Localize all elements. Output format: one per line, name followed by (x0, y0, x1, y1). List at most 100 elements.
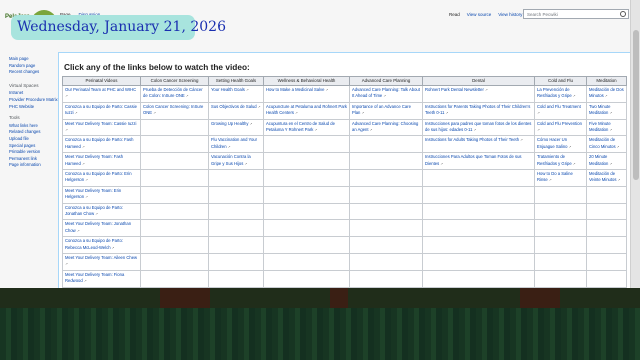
table-cell[interactable]: Two Minute Meditation ↗ (586, 101, 627, 120)
video-link[interactable]: Advanced Care Planning: Choosing an Agen… (352, 121, 418, 132)
table-cell[interactable]: Meet Your Delivery Team: Jonathan Chow ↗ (62, 219, 141, 238)
video-link[interactable]: Instructions for Parents Taking Photos o… (425, 104, 530, 115)
table-cell[interactable]: Cold and Flu Prevention ↗ (534, 118, 587, 137)
table-cell (208, 236, 264, 254)
table-cell[interactable]: Conozca a su Equipo de Parto: Erin Helge… (62, 168, 141, 187)
video-link[interactable]: Flu Vaccination and Your Children (211, 137, 257, 148)
table-cell[interactable]: Flu Vaccination and Your Children ↗ (208, 135, 264, 154)
table-cell[interactable]: 20 Minute Meditation ↗ (586, 152, 627, 170)
table-cell (534, 202, 587, 221)
sidebar-item-provider-procedure-matrix[interactable]: Provider Procedure Matrix (9, 97, 59, 104)
table-cell (586, 252, 627, 271)
table-cell[interactable]: Conozca a su Equipo de Parto: Cassie Iuz… (62, 101, 141, 120)
table-cell[interactable]: Meet Your Delivery Team: Fiona Redwood ↗ (62, 269, 141, 288)
table-cell[interactable]: Tratamiento de Resfriados y Gripe ↗ (534, 152, 587, 170)
table-cell[interactable]: Conozca a su Equipo de Parto: Jonathan C… (62, 202, 141, 221)
scrollbar-thumb[interactable] (633, 30, 639, 180)
video-link[interactable]: Meet Your Delivery Team: Erin Helgerson (65, 188, 121, 199)
table-cell[interactable]: Prueba de Detección de Cáncer de Colon: … (140, 85, 209, 103)
table-row: Meet Your Delivery Team: Jonathan Chow ↗ (62, 219, 627, 238)
video-link[interactable]: Instrucciones para padres que toman foto… (425, 121, 531, 132)
sidebar-item-phc-website[interactable]: PHC Website (9, 104, 59, 111)
video-link[interactable]: Prueba de Detección de Cáncer de Colon: … (143, 87, 203, 98)
video-link[interactable]: Acupuncture at Petaluma and Rohnert Park… (266, 104, 347, 115)
table-cell[interactable]: Advanced Care Planning: Choosing an Agen… (349, 118, 423, 137)
table-cell[interactable]: Advanced Care Planning: Talk About It Ah… (349, 85, 423, 103)
video-link[interactable]: Meet Your Delivery Team: Cassie Iuzzi (65, 121, 136, 126)
table-cell[interactable]: La Prevención de Resfriados y Gripe ↗ (534, 85, 587, 103)
table-cell[interactable]: Cold and Flu Treatment ↗ (534, 101, 587, 120)
table-cell[interactable]: Meet Your Delivery Team: Fash Hameed ↗ (62, 152, 141, 170)
table-cell[interactable]: Instrucciones para padres que toman foto… (422, 118, 535, 137)
search-input[interactable]: Search Pecwiki (523, 9, 629, 19)
sidebar-item-what-links-here[interactable]: What links here (9, 123, 59, 130)
external-link-icon: ↗ (382, 94, 387, 99)
table-cell (586, 219, 627, 238)
table-cell[interactable]: Acupuntura en el Centro de Salud de Peta… (263, 118, 350, 137)
table-cell[interactable]: Sus Objectivos de Salud ↗ (208, 101, 264, 120)
table-cell[interactable]: Instructions for Parents Taking Photos o… (422, 101, 535, 120)
table-cell[interactable]: Growing Up Healthy ↗ (208, 118, 264, 137)
table-cell[interactable]: Your Health Goals ↗ (208, 85, 264, 103)
tab-view-history[interactable]: View history (496, 11, 524, 18)
table-cell[interactable]: Conozca a su Equipo de Parto: Fash Hamee… (62, 135, 141, 154)
video-link[interactable]: Meditación de Cinco Minutos (589, 137, 616, 148)
tab-read[interactable]: Read (447, 11, 462, 18)
table-cell[interactable]: Five Minute Meditation ↗ (586, 118, 627, 137)
video-link[interactable]: La Prevención de Resfriados y Gripe (537, 87, 572, 98)
video-link[interactable]: 20 Minute Meditation (589, 154, 608, 165)
sidebar-item-intranet[interactable]: Intranet (9, 90, 59, 97)
video-link[interactable]: Meet Your Delivery Team: Aileen Chew (65, 255, 137, 260)
table-cell[interactable]: Meet Your Delivery Team: Aileen Chew ↗ (62, 252, 141, 271)
video-link[interactable]: Sus Objectivos de Salud (211, 104, 257, 109)
video-link[interactable]: Tratamiento de Resfriados y Gripe (537, 154, 572, 165)
table-cell[interactable]: Meditación de Veinte Minutos ↗ (586, 168, 627, 187)
sidebar-item-main-page[interactable]: Main page (9, 56, 59, 63)
video-link[interactable]: Meditación de Veinte Minutos (589, 171, 616, 182)
video-link[interactable]: Meet Your Delivery Team: Fash Hameed (65, 154, 123, 165)
sidebar-item-random-page[interactable]: Random page (9, 63, 59, 70)
video-link[interactable]: Cómo Hacer Un Enjuague Salino (537, 137, 568, 148)
table-cell[interactable]: Meditación de Cinco Minutos ↗ (586, 135, 627, 154)
table-cell[interactable]: Importance of an Advance Care Plan ↗ (349, 101, 423, 120)
sidebar-item-upload-file[interactable]: Upload file (9, 136, 59, 143)
video-link[interactable]: Rohnert Park Dental Newsletter (425, 87, 484, 92)
table-cell[interactable]: Meet Your Delivery Team: Erin Helgerson … (62, 185, 141, 204)
table-cell[interactable]: Instrucciones Para Adultos que Toman Fot… (422, 152, 535, 170)
video-link[interactable]: Meet Your Delivery Team: Fiona Redwood (65, 272, 124, 283)
video-link[interactable]: Growing Up Healthy (211, 121, 248, 126)
table-cell[interactable]: How to Do a Saline Rinse ↗ (534, 168, 587, 187)
sidebar-item-related-changes[interactable]: Related changes (9, 129, 59, 136)
table-cell[interactable]: Instructions for Adults Taking Photos of… (422, 135, 535, 154)
video-link[interactable]: Acupuntura en el Centro de Salud de Peta… (266, 121, 335, 132)
video-link[interactable]: How to Do a Saline Rinse (537, 171, 573, 182)
table-cell[interactable]: Rohnert Park Dental Newsletter ↗ (422, 85, 535, 103)
table-cell[interactable]: Colon Cancer Screening: InSure ONE ↗ (140, 101, 209, 120)
video-link[interactable]: Conozca a su Equipo de Parto: Erin Helge… (65, 171, 132, 182)
video-link[interactable]: Your Health Goals (211, 87, 245, 92)
table-cell[interactable]: Acupuncture at Petaluma and Rohnert Park… (263, 101, 350, 120)
external-link-icon: ↗ (75, 228, 80, 233)
table-cell[interactable]: Meet Your Delivery Team: Cassie Iuzzi ↗ (62, 118, 141, 137)
sidebar-item-printable-version[interactable]: Printable version (9, 149, 59, 156)
table-cell (349, 269, 423, 288)
search-icon[interactable] (620, 11, 626, 17)
video-link[interactable]: How to Make a Medicinal Salve (266, 87, 324, 92)
video-link[interactable]: Our Perinatal Team at PHC and WIHC (65, 87, 136, 92)
table-cell[interactable]: Cómo Hacer Un Enjuague Salino ↗ (534, 135, 587, 154)
table-cell[interactable]: How to Make a Medicinal Salve ↗ (263, 85, 350, 103)
sidebar-item-recent-changes[interactable]: Recent changes (9, 69, 59, 76)
video-link[interactable]: Cold and Flu Prevention (537, 121, 582, 126)
table-cell[interactable]: Conozca a su Equipo de Parto: Rebecca Mc… (62, 236, 141, 254)
tab-view-source[interactable]: View source (465, 11, 493, 18)
sidebar-item-permanent-link[interactable]: Permanent link (9, 156, 59, 163)
sidebar-item-page-information[interactable]: Page information (9, 162, 59, 169)
video-link[interactable]: Conozca a su Equipo de Parto: Fash Hamee… (65, 137, 133, 148)
scrollbar[interactable] (630, 0, 640, 288)
video-link[interactable]: Cold and Flu Treatment (537, 104, 581, 109)
sidebar-item-special-pages[interactable]: Special pages (9, 143, 59, 150)
table-cell[interactable]: Our Perinatal Team at PHC and WIHC ↗ (62, 85, 141, 103)
table-cell[interactable]: Meditación de Dos Minutos ↗ (586, 85, 627, 103)
table-cell[interactable]: Vacunación Contra la Gripe y Sus Hijos ↗ (208, 152, 264, 170)
video-link[interactable]: Instructions for Adults Taking Photos of… (425, 137, 519, 142)
